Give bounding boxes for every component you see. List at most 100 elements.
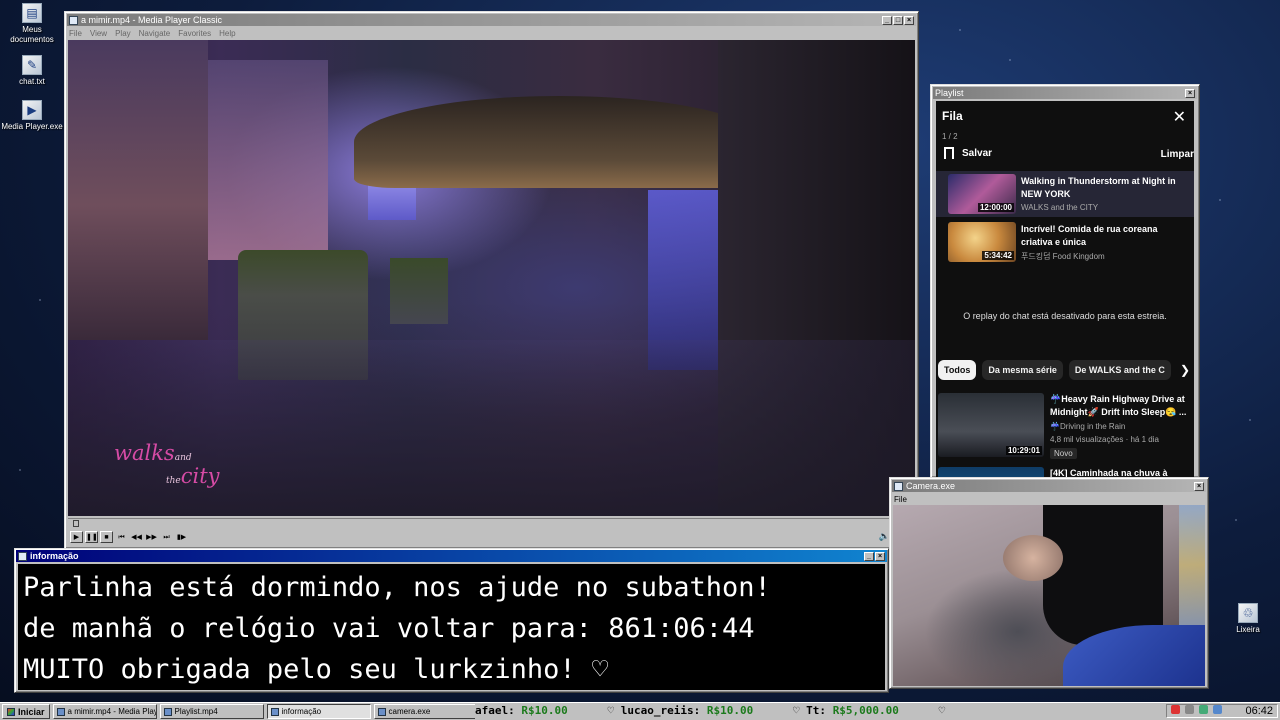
filter-chips: Todos Da mesma série De WALKS and the C [938, 360, 1171, 380]
queue-thumbnail: 5:34:42 [948, 222, 1016, 262]
media-player-menubar: File View Play Navigate Favorites Help [65, 28, 918, 40]
camera-icon [894, 481, 903, 491]
stop-icon[interactable]: ■ [100, 531, 113, 543]
chip-all[interactable]: Todos [938, 360, 977, 380]
minimize-button[interactable]: _ [864, 551, 874, 561]
recommendation-title: [4K] Caminhada na chuva à noite, sons re… [1050, 468, 1168, 477]
info-title: informação [30, 551, 79, 561]
video-planter-small [390, 258, 448, 324]
camera-titlebar[interactable]: Camera.exe × [892, 480, 1206, 492]
task-camera[interactable]: camera.exe [373, 704, 478, 719]
queue-item[interactable]: 12:00:00 Walking in Thunderstorm at Nigh… [936, 171, 1194, 217]
task-label: informação [281, 707, 322, 716]
media-player-window[interactable]: a mimir.mp4 - Media Player Classic _ □ ×… [64, 11, 919, 549]
pause-icon[interactable]: ❚❚ [85, 531, 98, 543]
previous-icon[interactable]: ⏮ [115, 531, 128, 543]
minimize-button[interactable]: _ [882, 15, 892, 25]
menu-help[interactable]: Help [219, 28, 235, 40]
bookmark-icon [944, 147, 954, 159]
tray-icons [1171, 705, 1224, 717]
tray-network-icon[interactable] [1185, 705, 1195, 714]
media-player-icon: ▶ [22, 100, 42, 120]
desktop-icon-recycle-bin[interactable]: ♲ Lixeira [1217, 603, 1279, 635]
seek-thumb[interactable] [73, 520, 79, 527]
queue-item-channel: WALKS and the CITY [1021, 203, 1099, 212]
desktop-icon-label: Meus documentos [10, 25, 54, 44]
ticker-name: ♡ lucao_reiis: [607, 704, 701, 717]
media-player-titlebar[interactable]: a mimir.mp4 - Media Player Classic _ □ × [67, 14, 916, 26]
clear-button[interactable]: Limpar [1161, 149, 1194, 160]
window-icon [270, 707, 279, 716]
recommendation-item[interactable]: 10:29:01 ☔Heavy Rain Highway Drive at Mi… [938, 393, 1194, 463]
start-button[interactable]: Iniciar [2, 704, 50, 719]
desktop-icon-chat-txt[interactable]: ✎ chat.txt [1, 55, 63, 87]
window-icon [163, 707, 172, 716]
camera-title: Camera.exe [906, 481, 956, 491]
video-watermark: walksand thecity [114, 441, 220, 488]
duration-badge: 10:29:01 [1005, 446, 1042, 455]
camera-dark-figure [1043, 505, 1163, 645]
maximize-button[interactable]: □ [893, 15, 903, 25]
chevron-right-icon[interactable]: ❯ [1180, 363, 1190, 377]
chip-channel[interactable]: De WALKS and the C [1068, 360, 1171, 380]
info-window[interactable]: informação _ × Parlinha está dormindo, n… [14, 548, 889, 693]
video-frame[interactable]: walksand thecity [68, 40, 915, 516]
task-label: a mimir.mp4 - Media Playe... [67, 707, 157, 716]
recommendation-meta: 4,8 mil visualizações · há 1 dia [1050, 435, 1159, 444]
task-media-player[interactable]: a mimir.mp4 - Media Playe... [52, 704, 157, 719]
chip-same-series[interactable]: Da mesma série [982, 360, 1063, 380]
info-message-box: Parlinha está dormindo, nos ajude no sub… [18, 564, 885, 690]
new-badge: Novo [1050, 448, 1077, 459]
ticker-amount: R$5,000.00 [832, 704, 899, 717]
frame-step-icon[interactable]: ▮▶ [175, 531, 188, 543]
info-titlebar[interactable]: informação _ × [16, 550, 887, 562]
menu-file[interactable]: File [69, 28, 82, 40]
recommendation-item[interactable]: [4K] Caminhada na chuva à noite, sons re… [938, 467, 1194, 477]
menu-view[interactable]: View [90, 28, 107, 40]
tray-app-icon[interactable] [1199, 705, 1209, 714]
task-playlist[interactable]: Playlist.mp4 [159, 704, 264, 719]
info-line-2: de manhã o relógio vai voltar para: 861:… [23, 613, 755, 644]
folder-icon: ▤ [22, 3, 42, 23]
recommendation-thumbnail [938, 467, 1044, 477]
close-button[interactable]: × [1185, 88, 1195, 98]
chat-disabled-message: O replay do chat está desativado para es… [963, 311, 1167, 321]
camera-sleeping-face [1003, 535, 1063, 581]
next-icon[interactable]: ⏭ [160, 531, 173, 543]
forward-icon[interactable]: ▶▶ [145, 531, 158, 543]
queue-panel: Fila 1 / 2 ✕ Salvar Limpar 12:00:00 Walk… [936, 101, 1194, 477]
tray-volume-icon[interactable] [1213, 705, 1223, 714]
video-billboard [208, 60, 328, 260]
close-button[interactable]: × [1194, 481, 1204, 491]
duration-badge: 12:00:00 [977, 203, 1014, 212]
info-icon [18, 551, 27, 561]
rewind-icon[interactable]: ◀◀ [130, 531, 143, 543]
windows-logo-icon [7, 707, 15, 716]
close-button[interactable]: × [875, 551, 885, 561]
tray-app-icon[interactable] [1171, 705, 1180, 714]
desktop-icon-documents[interactable]: ▤ Meus documentos [1, 3, 63, 45]
playlist-titlebar[interactable]: Playlist × [933, 87, 1197, 99]
task-label: Playlist.mp4 [174, 707, 218, 716]
ticker-name: afael: [475, 704, 515, 717]
ticker-amount: R$10.00 [706, 704, 754, 717]
save-button[interactable]: Salvar [944, 147, 992, 159]
video-awning [354, 96, 764, 188]
close-button[interactable]: × [904, 15, 914, 25]
desktop-icon-media-player[interactable]: ▶ Media Player.exe [1, 100, 63, 132]
menu-play[interactable]: Play [115, 28, 131, 40]
recycle-bin-icon: ♲ [1238, 603, 1258, 623]
menu-navigate[interactable]: Navigate [139, 28, 171, 40]
playlist-window[interactable]: Playlist × Fila 1 / 2 ✕ Salvar Limpar 12… [930, 84, 1200, 478]
ticker-amount: R$10.00 [521, 704, 568, 717]
camera-icon [377, 707, 386, 716]
queue-item[interactable]: 5:34:42 Incrível! Comida de rua coreana … [936, 219, 1194, 265]
camera-window[interactable]: Camera.exe × File [889, 477, 1209, 689]
playback-controls: ▶ ❚❚ ■ ⏮ ◀◀ ▶▶ ⏭ ▮▶ [70, 531, 188, 543]
play-icon[interactable]: ▶ [70, 531, 83, 543]
close-icon[interactable]: ✕ [1173, 107, 1186, 127]
menu-favorites[interactable]: Favorites [178, 28, 211, 40]
task-info[interactable]: informação [266, 704, 371, 719]
clock[interactable]: 06:42 [1245, 705, 1273, 717]
seek-bar[interactable] [68, 518, 915, 527]
